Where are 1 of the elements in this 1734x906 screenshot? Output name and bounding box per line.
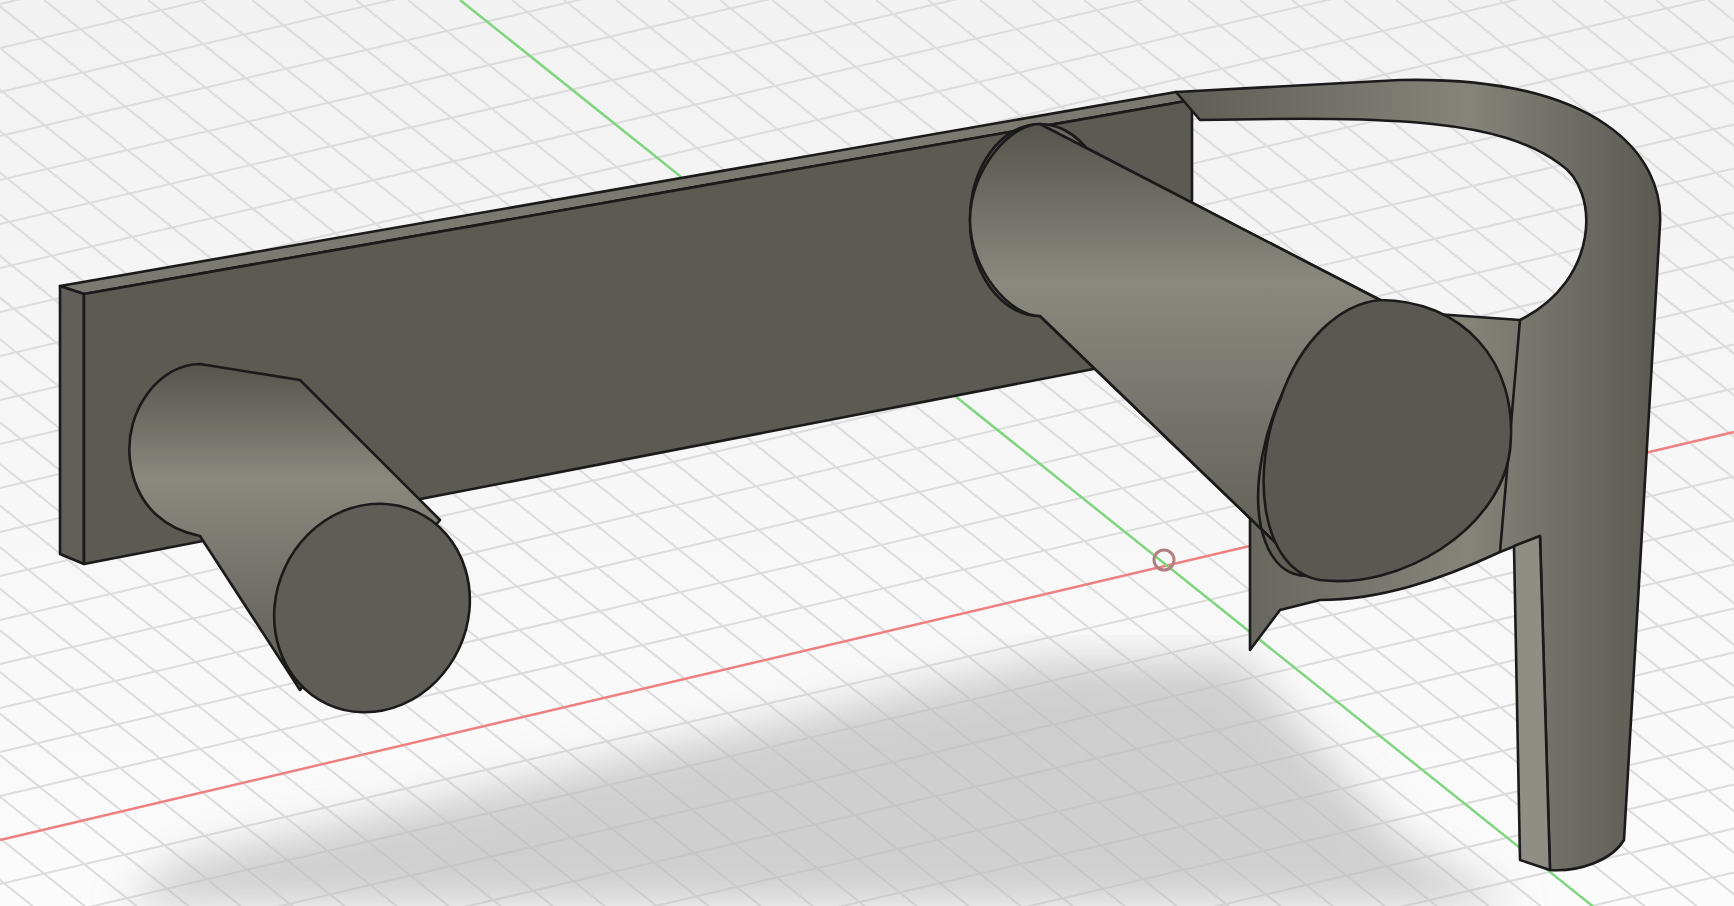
origin-icon [1152, 548, 1176, 572]
